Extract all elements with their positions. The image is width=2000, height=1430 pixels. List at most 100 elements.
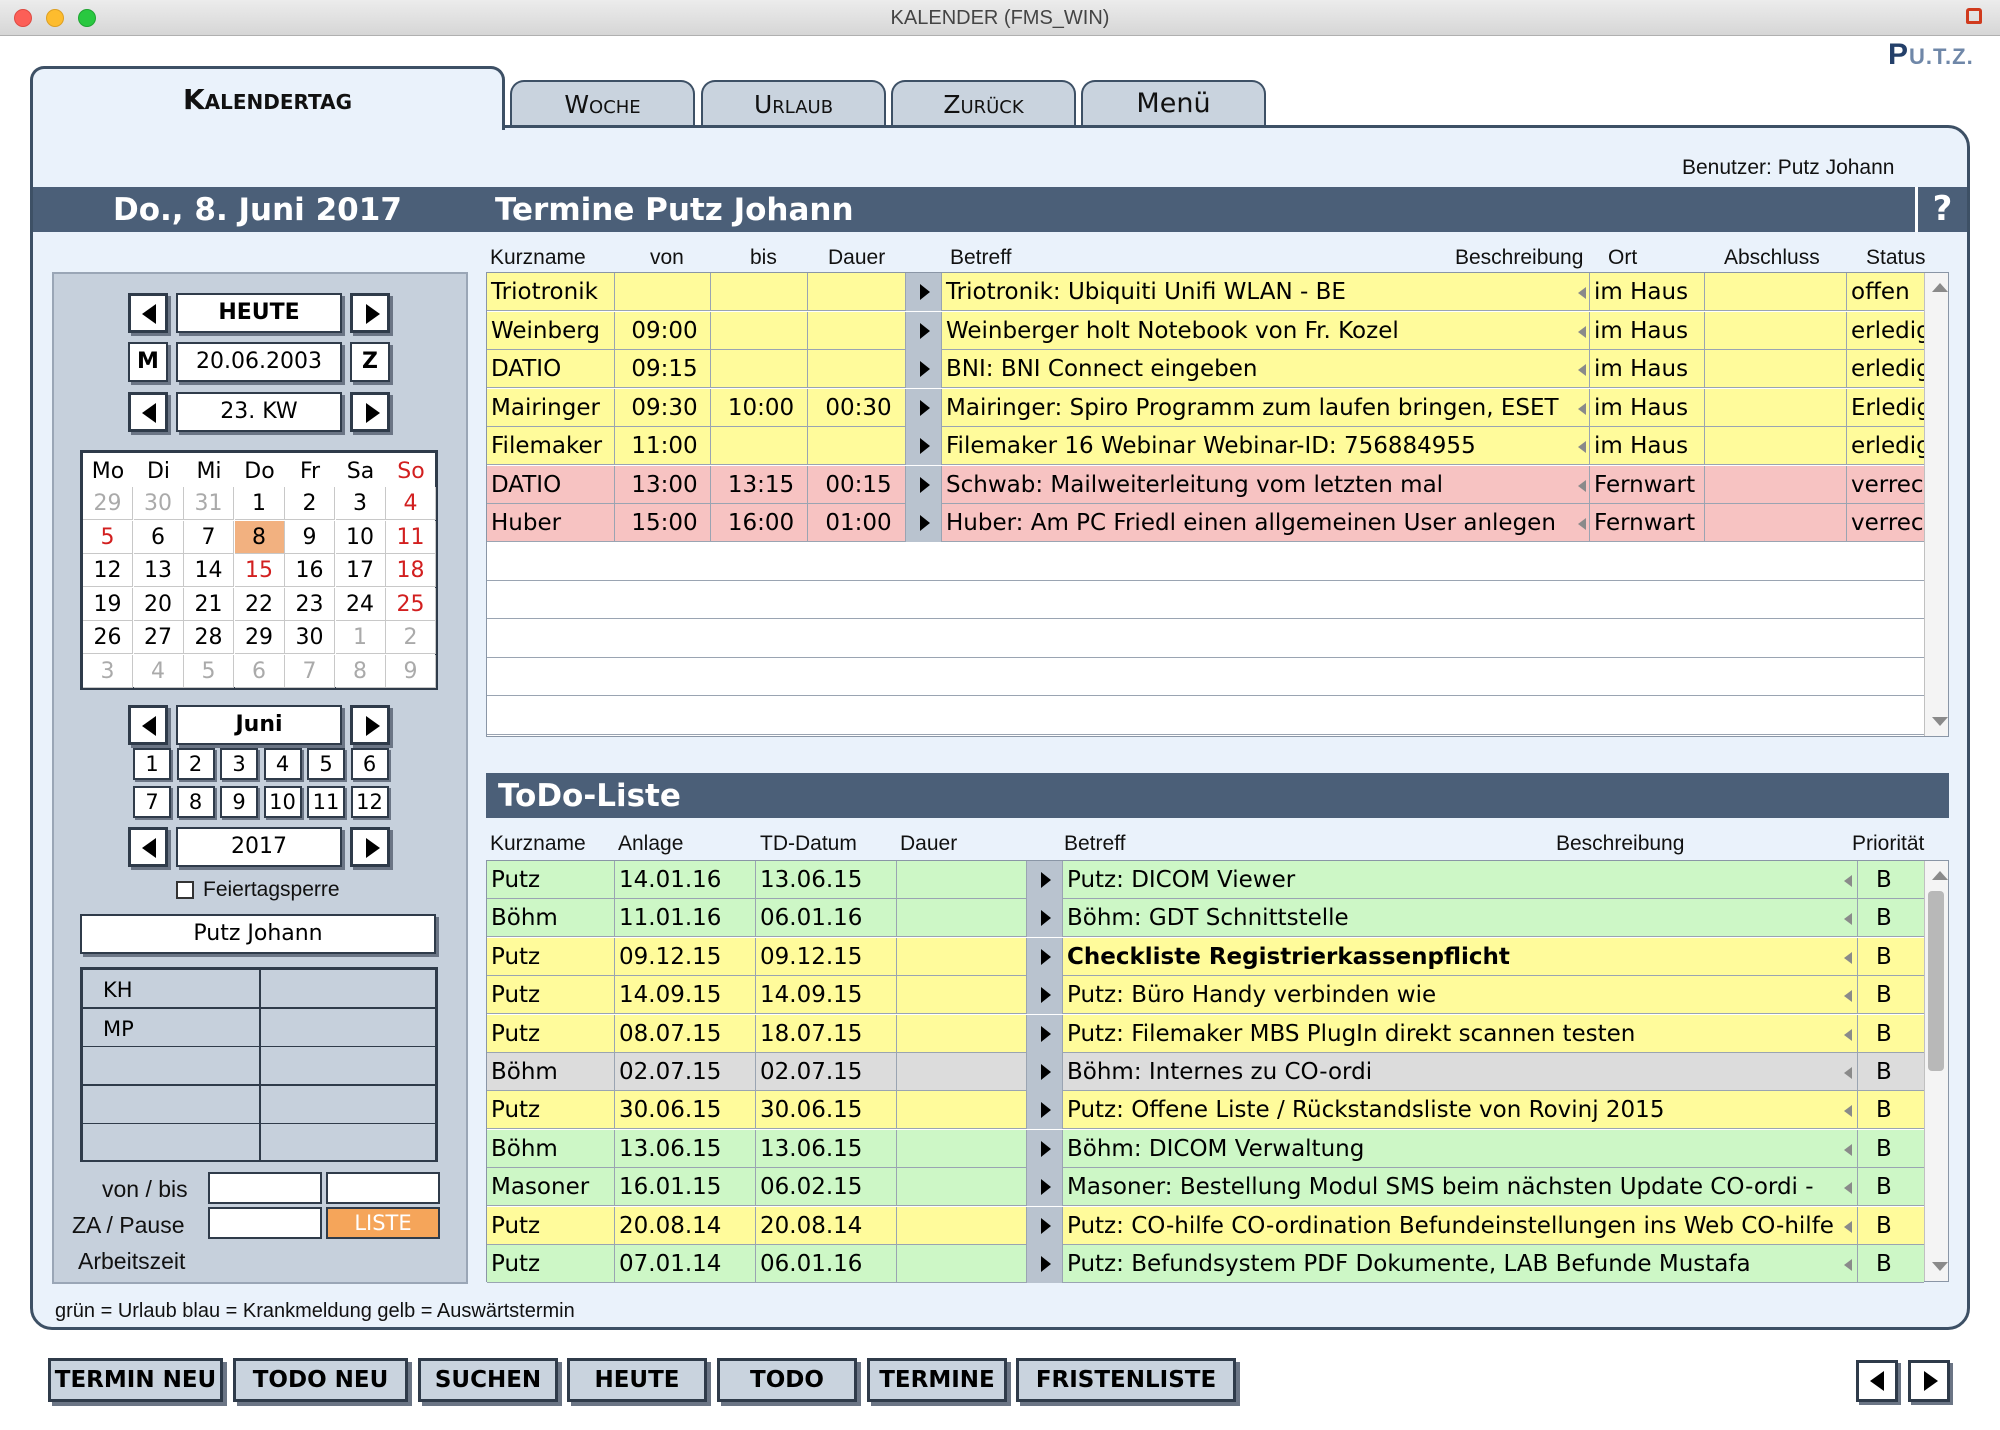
cell-bis[interactable]: 13:15 xyxy=(711,465,808,504)
expand-arrow-icon[interactable] xyxy=(1844,1067,1852,1079)
month-3-button[interactable]: 3 xyxy=(220,748,258,780)
cell-kurz[interactable]: Putz xyxy=(487,1206,615,1245)
expand-arrow-icon[interactable] xyxy=(1578,518,1586,530)
cell-prioritaet[interactable]: B xyxy=(1858,1053,1924,1091)
expand-arrow-icon[interactable] xyxy=(1578,325,1586,338)
cell-betreff[interactable]: Putz: CO-hilfe CO-ordination Befundeinst… xyxy=(1063,1206,1858,1245)
cell-anlage[interactable]: 08.07.15 xyxy=(615,1014,756,1053)
cell-von[interactable] xyxy=(615,273,711,311)
calendar-day[interactable]: 2 xyxy=(285,487,335,520)
employee-value-cell[interactable] xyxy=(260,1007,436,1047)
tab-zurueck[interactable]: Zurück xyxy=(891,80,1076,128)
cell-prioritaet[interactable]: B xyxy=(1858,1168,1924,1206)
cell-td[interactable]: 06.01.16 xyxy=(756,1245,897,1283)
date-field[interactable]: 20.06.2003 xyxy=(176,342,342,382)
next-record-button[interactable] xyxy=(1908,1360,1950,1402)
cell-td[interactable]: 06.02.15 xyxy=(756,1168,897,1207)
cell-status[interactable]: verrechnet xyxy=(1847,504,1924,542)
calendar-day[interactable]: 21 xyxy=(184,587,234,621)
calendar-day[interactable]: 27 xyxy=(133,621,184,654)
cell-bis[interactable]: 10:00 xyxy=(711,388,808,427)
scroll-thumb[interactable] xyxy=(1928,891,1944,1071)
expand-arrow-icon[interactable] xyxy=(1844,875,1852,887)
todo-row[interactable]: Böhm 11.01.16 06.01.16 Böhm: GDT Schnittste… xyxy=(487,899,1924,938)
todo-button[interactable]: TODO xyxy=(717,1358,857,1402)
calendar-day[interactable]: 4 xyxy=(133,654,184,688)
cell-kurz[interactable]: Triotronik xyxy=(487,273,615,311)
cell-kurz[interactable]: Böhm xyxy=(487,1053,615,1091)
appointment-row[interactable]: Mairinger 09:30 10:00 00:30 Mairinger: Spiro… xyxy=(487,388,1924,427)
open-arrow-icon[interactable] xyxy=(1027,1129,1063,1168)
cell-dauer[interactable] xyxy=(897,899,1027,938)
scroll-down-icon[interactable] xyxy=(1932,717,1948,726)
cell-td[interactable]: 13.06.15 xyxy=(756,1129,897,1168)
cell-anlage[interactable]: 14.09.15 xyxy=(615,976,756,1015)
calendar-day[interactable]: 20 xyxy=(133,587,184,621)
prev-record-button[interactable] xyxy=(1856,1360,1898,1402)
expand-arrow-icon[interactable] xyxy=(1578,441,1586,453)
cell-kurz[interactable]: Putz xyxy=(487,976,615,1015)
open-arrow-icon[interactable] xyxy=(906,504,942,542)
z-button[interactable]: Z xyxy=(350,342,390,382)
open-arrow-icon[interactable] xyxy=(1027,861,1063,899)
todo-row[interactable]: Putz 30.06.15 30.06.15 Putz: Offene Liste /… xyxy=(487,1091,1924,1130)
calendar-day[interactable]: 19 xyxy=(83,587,133,621)
open-arrow-icon[interactable] xyxy=(1027,1168,1063,1207)
cell-betreff[interactable]: Böhm: DICOM Verwaltung xyxy=(1063,1129,1858,1168)
tab-urlaub[interactable]: Urlaub xyxy=(701,80,886,128)
month-6-button[interactable]: 6 xyxy=(350,748,389,780)
open-arrow-icon[interactable] xyxy=(1027,899,1063,938)
calendar-day[interactable]: 1 xyxy=(335,621,386,654)
cell-betreff[interactable]: Putz: Filemaker MBS PlugIn direkt scanne… xyxy=(1063,1014,1858,1053)
next-week-button[interactable] xyxy=(350,392,390,432)
month-11-button[interactable]: 11 xyxy=(307,786,345,818)
month-8-button[interactable]: 8 xyxy=(176,786,215,818)
open-arrow-icon[interactable] xyxy=(1027,1014,1063,1053)
cell-dauer[interactable]: 01:00 xyxy=(808,504,906,542)
cell-status[interactable]: erledigt xyxy=(1847,427,1924,465)
cell-betreff[interactable]: Filemaker 16 Webinar Webinar-ID: 7568849… xyxy=(942,427,1590,465)
calendar-day[interactable]: 2 xyxy=(386,621,436,654)
todo-neu-button[interactable]: TODO NEU xyxy=(233,1358,408,1402)
suchen-button[interactable]: SUCHEN xyxy=(418,1358,558,1402)
cell-anlage[interactable]: 02.07.15 xyxy=(615,1053,756,1091)
bis-input[interactable] xyxy=(326,1172,440,1204)
employee-code-cell[interactable] xyxy=(82,1046,260,1085)
cell-bis[interactable]: 16:00 xyxy=(711,504,808,542)
prev-week-button[interactable] xyxy=(128,392,168,432)
expand-arrow-icon[interactable] xyxy=(1844,951,1852,964)
cell-von[interactable]: 09:00 xyxy=(615,311,711,350)
cell-kurz[interactable]: Putz xyxy=(487,1245,615,1283)
cell-prioritaet[interactable]: B xyxy=(1858,1245,1924,1283)
calendar-day[interactable]: 26 xyxy=(83,621,133,654)
month-4-button[interactable]: 4 xyxy=(263,748,302,780)
calendar-day[interactable]: 8 xyxy=(234,520,285,554)
cell-kurz[interactable]: Böhm xyxy=(487,899,615,938)
cell-von[interactable]: 09:30 xyxy=(615,388,711,427)
open-arrow-icon[interactable] xyxy=(1027,976,1063,1015)
calendar-day[interactable]: 14 xyxy=(184,554,234,587)
cell-ort[interactable]: im Haus xyxy=(1590,350,1705,388)
cell-status[interactable]: verrechnet xyxy=(1847,466,1924,504)
month-7-button[interactable]: 7 xyxy=(133,786,171,818)
cell-bis[interactable] xyxy=(711,273,808,311)
cell-von[interactable]: 15:00 xyxy=(615,504,711,542)
tab-woche[interactable]: Woche xyxy=(510,80,695,128)
next-day-button[interactable] xyxy=(350,293,390,333)
cell-von[interactable]: 09:15 xyxy=(615,350,711,388)
todo-row[interactable]: Putz 14.01.16 13.06.15 Putz: DICOM Viewer B xyxy=(487,861,1924,899)
open-arrow-icon[interactable] xyxy=(1027,937,1063,976)
calendar-day[interactable]: 5 xyxy=(184,654,234,688)
calendar-day[interactable]: 7 xyxy=(285,654,335,688)
cell-betreff[interactable]: Checkliste Registrierkassenpflicht xyxy=(1063,937,1858,976)
calendar-day[interactable]: 4 xyxy=(386,487,436,520)
cell-prioritaet[interactable]: B xyxy=(1858,1130,1924,1168)
open-arrow-icon[interactable] xyxy=(1027,1053,1063,1091)
termin-neu-button[interactable]: TERMIN NEU xyxy=(48,1358,223,1402)
expand-arrow-icon[interactable] xyxy=(1844,1105,1852,1118)
next-year-button[interactable] xyxy=(350,827,390,867)
cell-ort[interactable]: Fernwart xyxy=(1590,465,1705,504)
todo-row[interactable]: Böhm 13.06.15 13.06.15 Böhm: DICOM Verwaltu… xyxy=(487,1129,1924,1168)
employee-value-cell[interactable] xyxy=(260,1046,436,1085)
calendar-day[interactable]: 16 xyxy=(285,554,335,587)
